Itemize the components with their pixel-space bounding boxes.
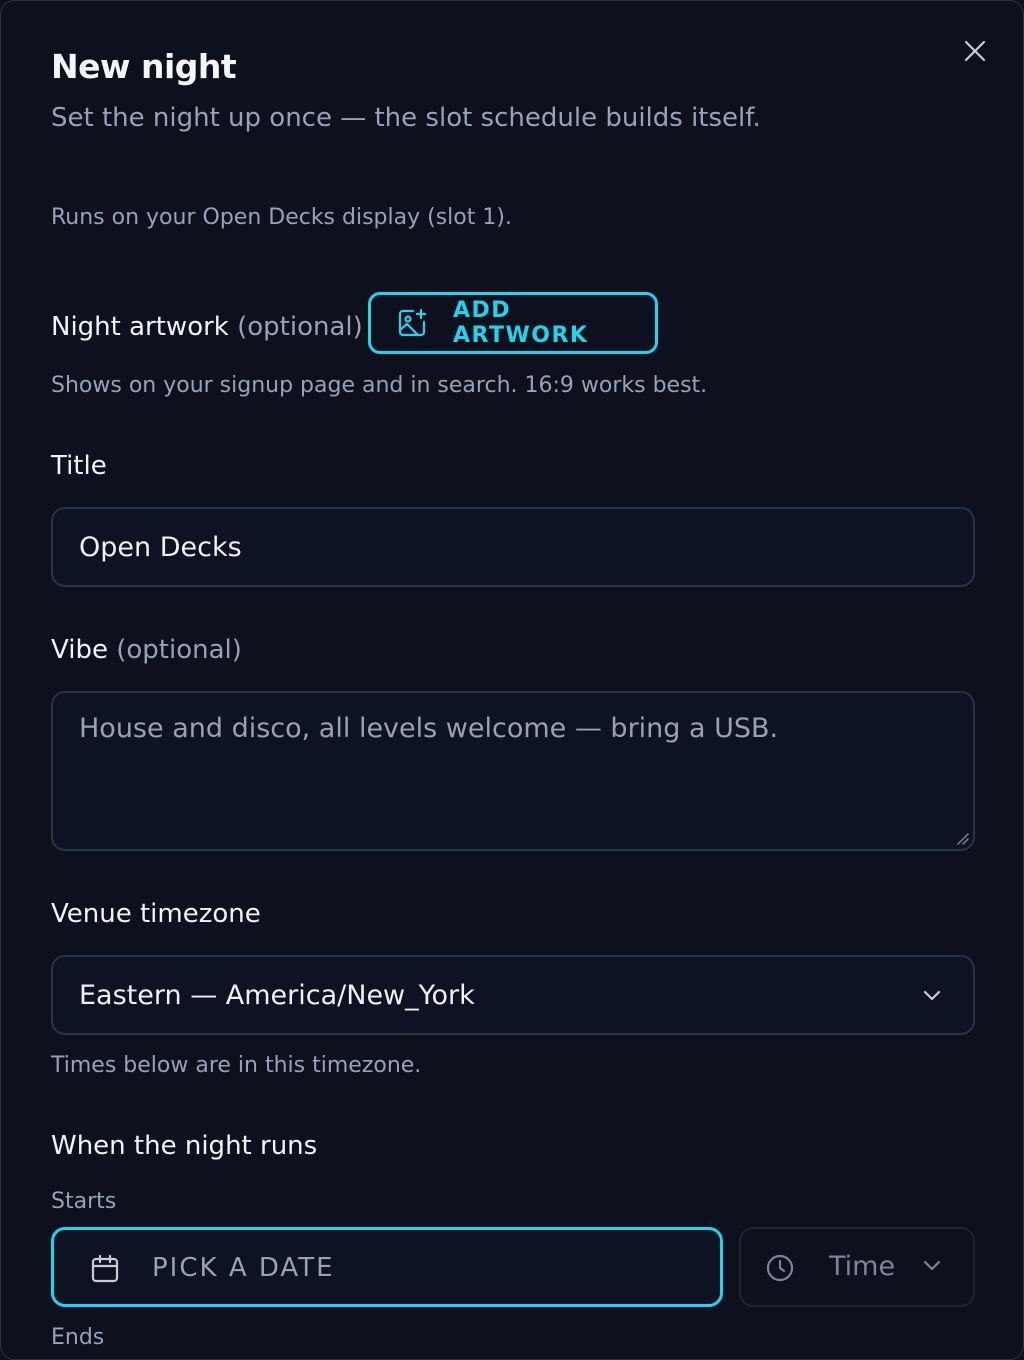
calendar-icon: [90, 1254, 120, 1284]
artwork-optional-hint: (optional): [237, 312, 363, 342]
timezone-help: Times below are in this timezone.: [51, 1053, 422, 1078]
artwork-label: Night artwork (optional): [51, 312, 363, 342]
title-label: Title: [51, 451, 107, 481]
add-artwork-button[interactable]: ADD ARTWORK: [368, 292, 658, 354]
title-input-value: Open Decks: [79, 532, 242, 563]
dialog-title: New night: [51, 47, 237, 86]
start-date-picker[interactable]: PICK A DATE: [51, 1227, 723, 1307]
artwork-label-text: Night artwork: [51, 312, 229, 342]
vibe-placeholder: House and disco, all levels welcome — br…: [79, 713, 779, 744]
close-icon: [964, 40, 986, 62]
new-night-dialog: New night Set the night up once — the sl…: [0, 0, 1024, 1360]
start-time-select[interactable]: Time: [739, 1227, 975, 1307]
vibe-textarea[interactable]: House and disco, all levels welcome — br…: [51, 691, 975, 851]
time-placeholder: Time: [829, 1251, 896, 1282]
date-placeholder: PICK A DATE: [152, 1253, 335, 1283]
vibe-label-text: Vibe: [51, 635, 108, 665]
timezone-select[interactable]: Eastern — America/New_York: [51, 955, 975, 1035]
chevron-down-icon: [921, 985, 943, 1007]
artwork-help: Shows on your signup page and in search.…: [51, 373, 708, 398]
display-slot-note: Runs on your Open Decks display (slot 1)…: [51, 205, 512, 230]
vibe-label: Vibe (optional): [51, 635, 242, 665]
close-button[interactable]: [959, 35, 991, 67]
schedule-heading: When the night runs: [51, 1131, 318, 1161]
ends-label: Ends: [51, 1325, 105, 1350]
resize-handle-icon[interactable]: [955, 831, 969, 845]
starts-label: Starts: [51, 1189, 117, 1214]
chevron-down-icon: [921, 1255, 943, 1277]
timezone-value: Eastern — America/New_York: [79, 980, 475, 1011]
timezone-label: Venue timezone: [51, 899, 261, 929]
vibe-optional-hint: (optional): [116, 635, 242, 665]
image-add-icon: [397, 308, 427, 338]
dialog-subtitle: Set the night up once — the slot schedul…: [51, 103, 761, 133]
clock-icon: [765, 1253, 795, 1283]
add-artwork-label: ADD ARTWORK: [453, 298, 589, 348]
title-input[interactable]: Open Decks: [51, 507, 975, 587]
